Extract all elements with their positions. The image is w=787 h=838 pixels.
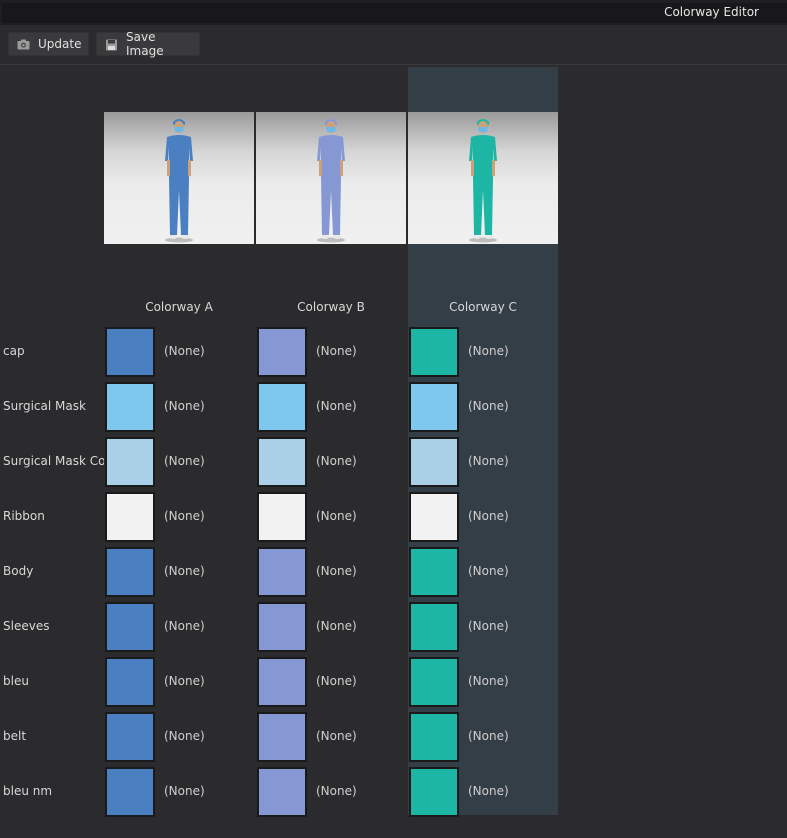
color-swatch[interactable] (257, 437, 307, 487)
swatch-library-value[interactable]: (None) (164, 509, 205, 523)
swatch-library-value[interactable]: (None) (164, 729, 205, 743)
colorway-header[interactable]: Colorway C (408, 300, 558, 314)
color-swatch[interactable] (257, 382, 307, 432)
title-bar: Colorway Editor (0, 0, 787, 25)
color-swatch[interactable] (257, 492, 307, 542)
swatch-library-value[interactable]: (None) (316, 619, 357, 633)
colorway-header[interactable]: Colorway B (256, 300, 406, 314)
swatch-library-value[interactable]: (None) (468, 729, 509, 743)
color-swatch[interactable] (409, 767, 459, 817)
color-swatch[interactable] (409, 382, 459, 432)
swatch-library-value[interactable]: (None) (316, 454, 357, 468)
save-image-button[interactable]: Save Image (96, 30, 200, 58)
swatch-library-value[interactable]: (None) (164, 674, 205, 688)
swatch-library-value[interactable]: (None) (468, 344, 509, 358)
color-swatch[interactable] (257, 767, 307, 817)
swatch-library-value[interactable]: (None) (316, 344, 357, 358)
color-swatch[interactable] (409, 547, 459, 597)
swatch-library-value[interactable]: (None) (468, 619, 509, 633)
window-title: Colorway Editor (664, 5, 759, 19)
color-swatch[interactable] (409, 437, 459, 487)
material-row-label: belt (3, 729, 27, 743)
color-swatch[interactable] (409, 602, 459, 652)
swatch-library-value[interactable]: (None) (316, 674, 357, 688)
save-image-button-label: Save Image (126, 30, 164, 58)
color-swatch[interactable] (257, 712, 307, 762)
color-swatch[interactable] (105, 712, 155, 762)
color-swatch[interactable] (409, 657, 459, 707)
colorway-header[interactable]: Colorway A (104, 300, 254, 314)
material-row-label: Body (3, 564, 34, 578)
color-swatch[interactable] (409, 712, 459, 762)
color-swatch[interactable] (105, 602, 155, 652)
color-swatch[interactable] (257, 602, 307, 652)
toolbar: Update Save Image (0, 25, 787, 65)
swatch-library-value[interactable]: (None) (468, 784, 509, 798)
colorway-preview-image[interactable] (408, 112, 558, 244)
swatch-library-value[interactable]: (None) (164, 344, 205, 358)
swatch-library-value[interactable]: (None) (164, 454, 205, 468)
material-row-label: Surgical Mask (3, 399, 86, 413)
swatch-library-value[interactable]: (None) (468, 399, 509, 413)
swatch-library-value[interactable]: (None) (316, 564, 357, 578)
swatch-library-value[interactable]: (None) (468, 564, 509, 578)
camera-icon (17, 39, 30, 50)
swatch-library-value[interactable]: (None) (316, 509, 357, 523)
color-swatch[interactable] (105, 767, 155, 817)
swatch-library-value[interactable]: (None) (316, 399, 357, 413)
swatch-library-value[interactable]: (None) (468, 454, 509, 468)
color-swatch[interactable] (409, 327, 459, 377)
material-row-label: bleu (3, 674, 29, 688)
color-swatch[interactable] (105, 327, 155, 377)
color-swatch[interactable] (105, 547, 155, 597)
color-swatch[interactable] (105, 437, 155, 487)
color-swatch[interactable] (257, 547, 307, 597)
material-row-label: Surgical Mask Copy (3, 454, 104, 468)
swatch-library-value[interactable]: (None) (468, 509, 509, 523)
color-swatch[interactable] (105, 492, 155, 542)
swatch-library-value[interactable]: (None) (316, 784, 357, 798)
colorway-preview-image[interactable] (104, 112, 254, 244)
update-button[interactable]: Update (8, 32, 89, 56)
color-swatch[interactable] (257, 327, 307, 377)
swatch-library-value[interactable]: (None) (468, 674, 509, 688)
swatch-library-value[interactable]: (None) (164, 784, 205, 798)
material-row-label: bleu nm (3, 784, 53, 798)
material-row-label: Sleeves (3, 619, 50, 633)
material-row-label: Ribbon (3, 509, 45, 523)
material-row-label: cap (3, 344, 25, 358)
floppy-disk-icon (105, 39, 118, 50)
color-swatch[interactable] (105, 382, 155, 432)
swatch-library-value[interactable]: (None) (164, 564, 205, 578)
color-swatch[interactable] (105, 657, 155, 707)
color-swatch[interactable] (257, 657, 307, 707)
swatch-library-value[interactable]: (None) (164, 619, 205, 633)
swatch-library-value[interactable]: (None) (316, 729, 357, 743)
update-button-label: Update (38, 37, 82, 51)
colorway-preview-image[interactable] (256, 112, 406, 244)
swatch-library-value[interactable]: (None) (164, 399, 205, 413)
color-swatch[interactable] (409, 492, 459, 542)
